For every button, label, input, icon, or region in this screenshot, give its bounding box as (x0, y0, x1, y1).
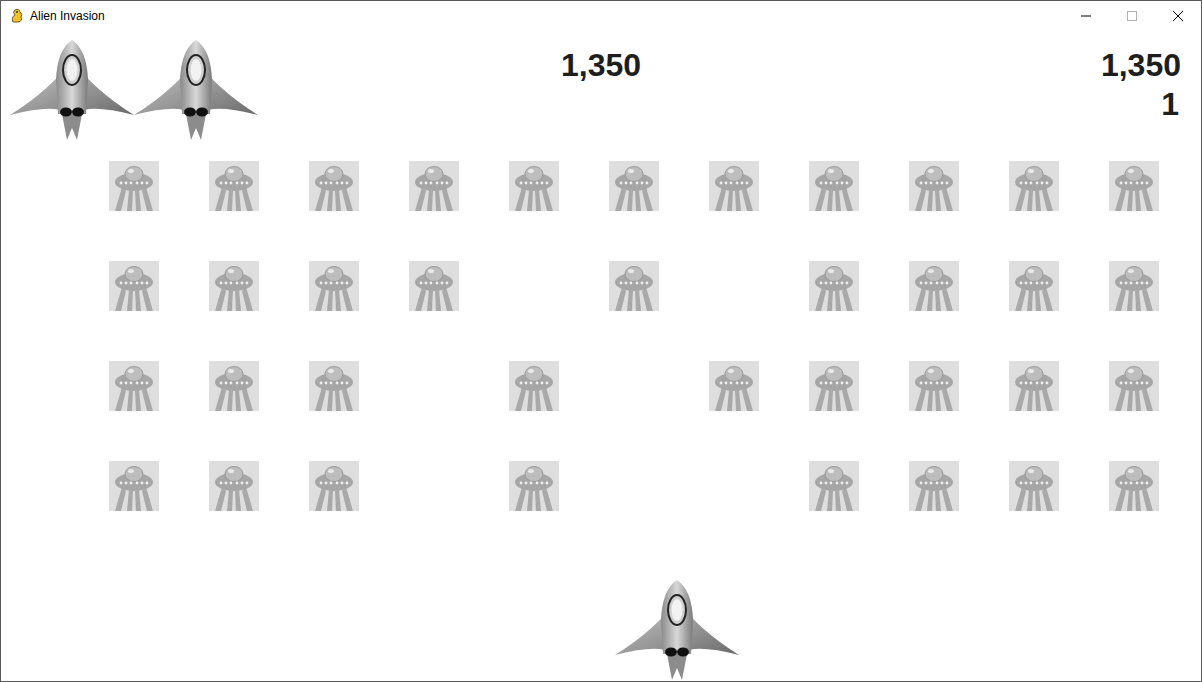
alien (109, 361, 159, 411)
alien-fleet (109, 161, 1159, 511)
alien (109, 261, 159, 311)
alien (209, 361, 259, 411)
score: 1,350 (1, 45, 1201, 85)
alien (609, 261, 659, 311)
alien (509, 361, 559, 411)
alien (709, 361, 759, 411)
alien (109, 461, 159, 511)
ships-left (10, 40, 258, 140)
alien (909, 461, 959, 511)
game-canvas: 1,3501,3501 (1, 31, 1201, 681)
alien (909, 361, 959, 411)
empty-slot (709, 461, 759, 511)
alien (809, 461, 859, 511)
empty-slot (409, 461, 459, 511)
alien (1009, 261, 1059, 311)
empty-slot (409, 361, 459, 411)
alien (1109, 461, 1159, 511)
empty-slot (509, 261, 559, 311)
alien (509, 461, 559, 511)
alien (409, 161, 459, 211)
maximize-button[interactable] (1109, 1, 1155, 31)
alien (909, 261, 959, 311)
alien (409, 261, 459, 311)
title-bar: Alien Invasion (1, 1, 1201, 31)
life-ship-icon (10, 40, 134, 140)
life-ship-icon (134, 40, 258, 140)
alien (1009, 161, 1059, 211)
maximize-icon (1127, 11, 1137, 21)
alien (509, 161, 559, 211)
close-button[interactable] (1155, 1, 1201, 31)
alien (309, 161, 359, 211)
alien (1009, 361, 1059, 411)
empty-slot (609, 361, 659, 411)
empty-slot (609, 461, 659, 511)
minimize-button[interactable] (1063, 1, 1109, 31)
alien (309, 261, 359, 311)
alien (209, 261, 259, 311)
player-ship-icon (615, 580, 739, 680)
alien (209, 461, 259, 511)
alien (1009, 461, 1059, 511)
alien (909, 161, 959, 211)
high-score: 1,350 (1101, 45, 1181, 85)
alien (1109, 261, 1159, 311)
empty-slot (709, 261, 759, 311)
close-icon (1173, 11, 1183, 21)
alien (1109, 161, 1159, 211)
minimize-icon (1081, 11, 1091, 21)
alien (809, 261, 859, 311)
window-title: Alien Invasion (30, 10, 105, 22)
alien (209, 161, 259, 211)
game-window: Alien Invasion 1,3501,3501 (0, 0, 1202, 682)
alien (109, 161, 159, 211)
alien (1109, 361, 1159, 411)
alien (809, 361, 859, 411)
alien (809, 161, 859, 211)
player-ship[interactable] (615, 580, 739, 680)
pygame-icon (9, 8, 25, 24)
level: 1 (1161, 85, 1179, 123)
score-panel: 1,3501 (1101, 45, 1181, 123)
alien (309, 461, 359, 511)
alien (309, 361, 359, 411)
alien (609, 161, 659, 211)
alien (709, 161, 759, 211)
